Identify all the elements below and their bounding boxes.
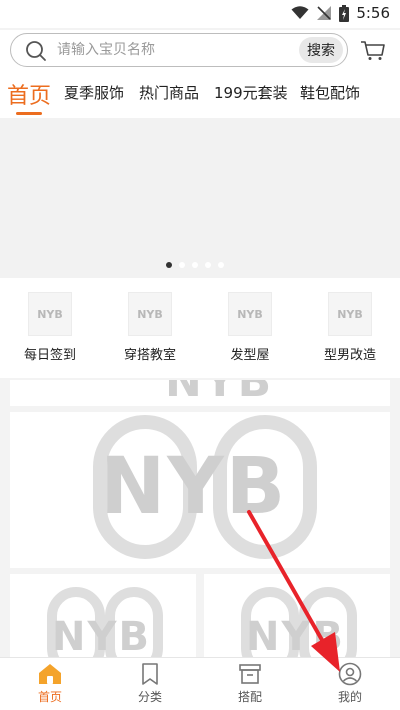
nav-label: 首页: [37, 690, 62, 704]
carousel-dot: [192, 262, 198, 268]
tab-199-sets[interactable]: 199元套装: [214, 82, 288, 103]
wifi-icon: [291, 6, 309, 19]
search-row: 搜索: [0, 30, 400, 72]
bookmark-icon: [142, 663, 158, 685]
nyb-logo: NYB: [128, 292, 172, 336]
tab-home[interactable]: 首页: [7, 78, 51, 110]
featured-card[interactable]: NYB: [10, 412, 390, 568]
active-tab-indicator: [16, 112, 42, 115]
carousel-dot: [166, 262, 172, 268]
nav-label: 分类: [137, 690, 162, 704]
search-button[interactable]: 搜索: [299, 37, 343, 63]
status-icons: 5:56: [291, 4, 390, 22]
nyb-logo: NYB: [328, 292, 372, 336]
quick-links: NYB 每日签到 NYB 穿搭教室 NYB 发型屋 NYB 型男改造: [0, 278, 400, 378]
tab-shoes-bags[interactable]: 鞋包配饰: [300, 82, 360, 103]
quick-link-hair-salon[interactable]: NYB 发型屋: [200, 292, 300, 363]
carousel-dots: [166, 262, 224, 268]
carousel-dot: [218, 262, 224, 268]
no-signal-icon: [317, 6, 332, 20]
nyb-logo: NYB: [228, 292, 272, 336]
nyb-watermark: NYB: [165, 380, 274, 406]
status-bar: 5:56: [0, 0, 400, 28]
category-tabs: 首页 夏季服饰 热门商品 199元套装 鞋包配饰: [0, 72, 400, 118]
quick-link-makeover[interactable]: NYB 型男改造: [300, 292, 400, 363]
quick-link-label: 穿搭教室: [123, 348, 176, 363]
cart-icon[interactable]: [360, 39, 386, 61]
nyb-logo: NYB: [28, 292, 72, 336]
user-icon: [338, 662, 362, 686]
nav-outfit[interactable]: 搭配: [200, 662, 300, 705]
carousel-dot: [179, 262, 185, 268]
status-time: 5:56: [356, 4, 390, 22]
banner-carousel[interactable]: [0, 118, 400, 278]
nav-label: 我的: [337, 690, 362, 704]
promo-strip[interactable]: NYB: [10, 380, 390, 406]
box-icon: [239, 664, 261, 684]
home-icon: [39, 664, 61, 684]
nav-label: 搭配: [237, 690, 262, 704]
bottom-nav: 首页 分类 搭配 我的: [0, 657, 400, 710]
search-input[interactable]: [57, 39, 287, 61]
nyb-watermark: NYB: [100, 442, 288, 532]
tab-summer-clothing[interactable]: 夏季服饰: [64, 82, 124, 103]
nyb-watermark: NYB: [52, 614, 151, 660]
nav-category[interactable]: 分类: [100, 662, 200, 705]
nav-profile[interactable]: 我的: [300, 662, 400, 705]
nav-home[interactable]: 首页: [0, 662, 100, 705]
product-card[interactable]: NYB: [10, 574, 196, 660]
quick-link-label: 型男改造: [323, 348, 376, 363]
tab-hot-items[interactable]: 热门商品: [139, 82, 199, 103]
battery-icon: [339, 4, 350, 22]
search-box[interactable]: 搜索: [10, 33, 348, 67]
carousel-dot: [205, 262, 211, 268]
quick-link-outfit-class[interactable]: NYB 穿搭教室: [100, 292, 200, 363]
quick-link-label: 发型屋: [230, 348, 270, 363]
nyb-watermark: NYB: [246, 614, 345, 660]
search-icon: [26, 41, 46, 61]
quick-link-daily-checkin[interactable]: NYB 每日签到: [0, 292, 100, 363]
quick-link-label: 每日签到: [23, 348, 76, 363]
product-card[interactable]: NYB: [204, 574, 390, 660]
